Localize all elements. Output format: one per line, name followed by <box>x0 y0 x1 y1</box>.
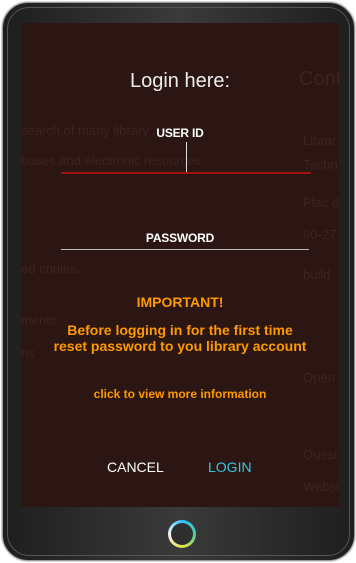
background-text: Open <box>303 370 335 385</box>
background-text: build <box>303 267 331 282</box>
background-text: Plac d <box>303 195 339 210</box>
cancel-button[interactable]: CANCEL <box>107 459 164 475</box>
user-id-label: USER ID <box>156 126 204 140</box>
notice-line: Before logging in for the first time <box>67 322 293 338</box>
background-text: Websi <box>303 479 339 494</box>
background-text: ed copies. <box>21 261 81 276</box>
home-ring-icon[interactable] <box>168 520 196 548</box>
password-underline <box>61 249 309 250</box>
login-screen: search of many library bases and electro… <box>21 23 339 507</box>
user-id-field[interactable] <box>61 141 311 175</box>
user-id-underline <box>61 172 311 174</box>
login-title: Login here: <box>129 70 231 92</box>
background-text: Quest <box>303 447 338 462</box>
notice-line: reset password to you library account <box>53 338 307 354</box>
login-button[interactable]: LOGIN <box>208 459 252 475</box>
more-info-link[interactable]: click to view more information <box>21 387 339 401</box>
tablet-frame: search of many library bases and electro… <box>2 2 355 561</box>
notice-heading: IMPORTANT! <box>136 294 224 310</box>
password-field[interactable] <box>61 225 309 251</box>
